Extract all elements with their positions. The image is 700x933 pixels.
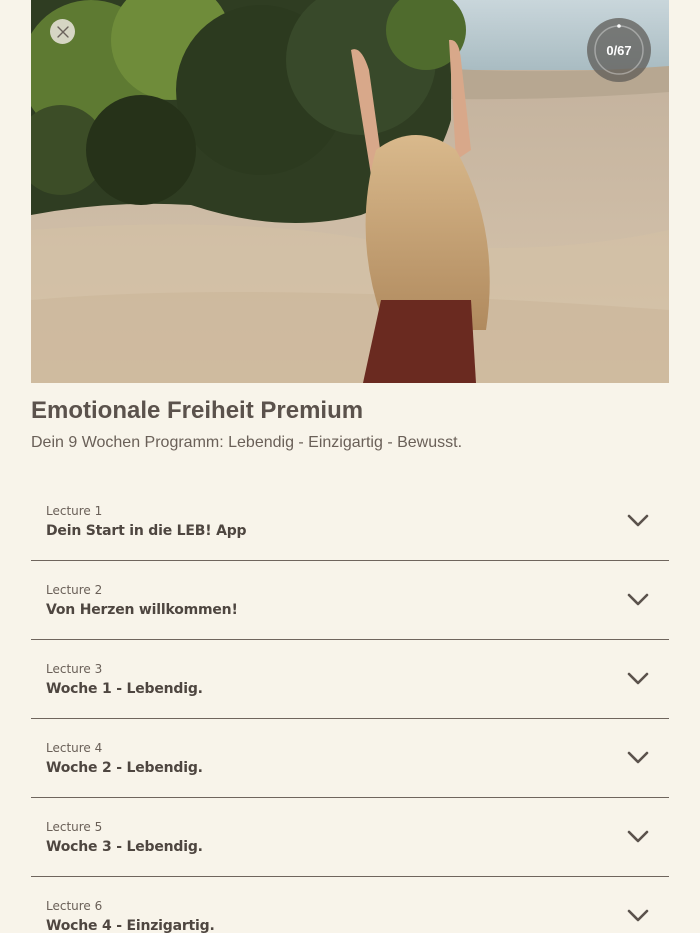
lecture-item[interactable]: Lecture 2 Von Herzen willkommen! [31, 561, 669, 640]
course-subtitle: Dein 9 Wochen Programm: Lebendig - Einzi… [31, 434, 463, 451]
chevron-down-icon[interactable] [627, 514, 649, 528]
course-title: Emotionale Freiheit Premium [31, 397, 364, 424]
lecture-item[interactable]: Lecture 5 Woche 3 - Lebendig. [31, 798, 669, 877]
lecture-title: Woche 3 - Lebendig. [46, 839, 203, 855]
lecture-item[interactable]: Lecture 4 Woche 2 - Lebendig. [31, 719, 669, 798]
course-cover-image [31, 0, 669, 383]
lecture-title: Woche 1 - Lebendig. [46, 681, 203, 697]
chevron-down-icon[interactable] [627, 672, 649, 686]
lecture-title: Woche 4 - Einzigartig. [46, 918, 215, 933]
lecture-item[interactable]: Lecture 3 Woche 1 - Lebendig. [31, 640, 669, 719]
lecture-number: Lecture 5 [46, 820, 103, 834]
lecture-title: Woche 2 - Lebendig. [46, 760, 203, 776]
chevron-down-icon[interactable] [627, 830, 649, 844]
lecture-number: Lecture 2 [46, 583, 103, 597]
lecture-number: Lecture 6 [46, 899, 103, 913]
course-page: 0/67 Emotionale Freiheit Premium Dein 9 … [0, 0, 700, 933]
progress-count: 0/67 [606, 42, 632, 58]
lecture-item[interactable]: Lecture 1 Dein Start in die LEB! App [31, 482, 669, 561]
course-progress-indicator: 0/67 [587, 18, 651, 82]
chevron-down-icon[interactable] [627, 751, 649, 765]
lecture-title: Dein Start in die LEB! App [46, 523, 247, 539]
lecture-list: Lecture 1 Dein Start in die LEB! App Lec… [31, 482, 669, 933]
close-icon [56, 25, 69, 38]
chevron-down-icon[interactable] [627, 593, 649, 607]
lecture-number: Lecture 1 [46, 504, 103, 518]
close-button[interactable] [50, 19, 75, 44]
lecture-item[interactable]: Lecture 6 Woche 4 - Einzigartig. [31, 877, 669, 933]
chevron-down-icon[interactable] [627, 909, 649, 923]
lecture-number: Lecture 4 [46, 741, 103, 755]
lecture-number: Lecture 3 [46, 662, 103, 676]
lecture-title: Von Herzen willkommen! [46, 602, 238, 618]
